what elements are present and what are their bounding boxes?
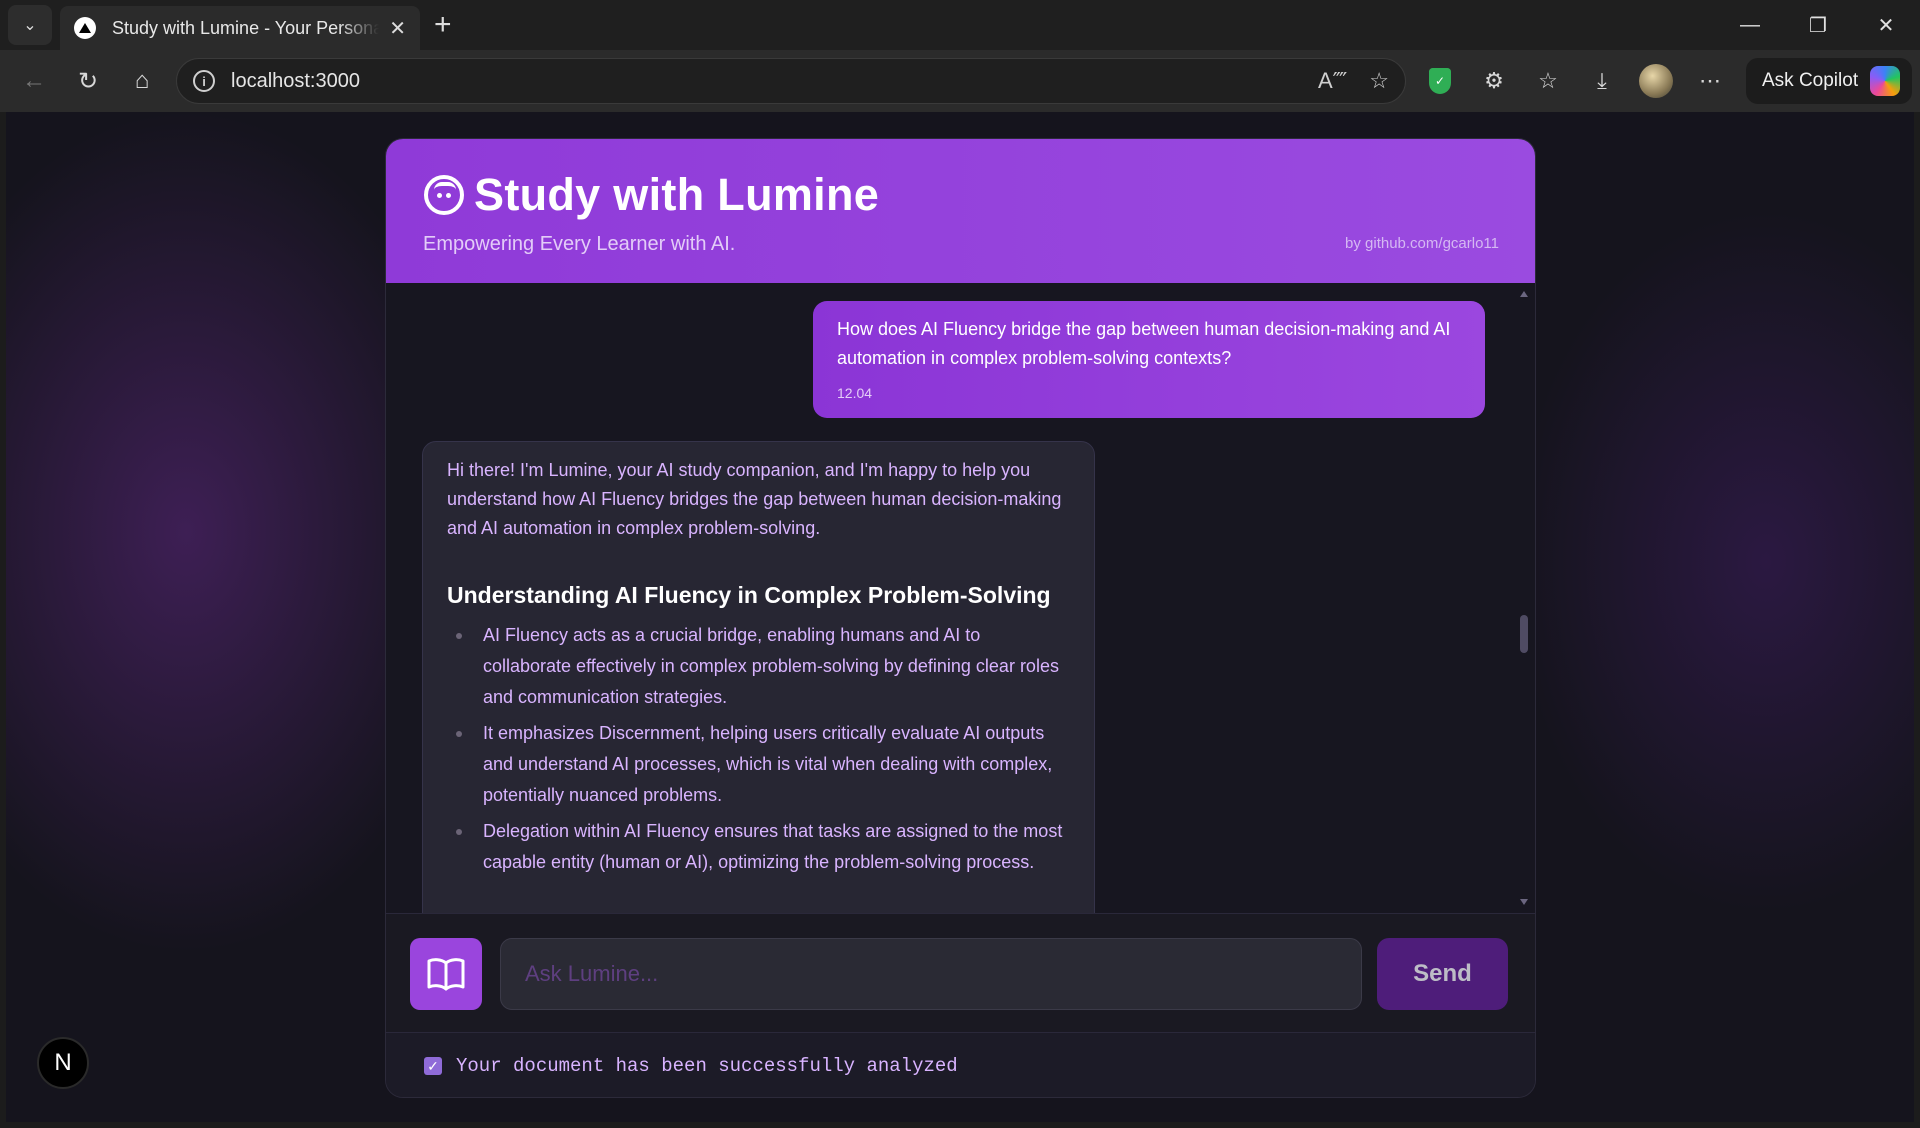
page-viewport: Study with Lumine Empowering Every Learn… <box>6 112 1914 1122</box>
address-bar[interactable]: i localhost:3000 A⁗ ☆ <box>176 58 1406 104</box>
open-book-icon <box>427 958 465 991</box>
browser-tab[interactable]: Study with Lumine - Your Personal AI ✕ <box>60 6 420 50</box>
assistant-bullet-list: AI Fluency acts as a crucial bridge, ena… <box>447 620 1070 878</box>
list-item: AI Fluency acts as a crucial bridge, ena… <box>447 620 1070 713</box>
credit-link[interactable]: by github.com/gcarlo11 <box>1345 235 1499 252</box>
browser-tab-bar: ⌄ Study with Lumine - Your Personal AI ✕… <box>0 0 1920 50</box>
shield-extension-icon[interactable]: ✓ <box>1420 61 1460 101</box>
new-tab-button[interactable]: + <box>434 8 452 42</box>
ask-copilot-label: Ask Copilot <box>1762 70 1859 91</box>
assistant-heading: Understanding AI Fluency in Complex Prob… <box>447 582 1051 608</box>
home-icon[interactable]: ⌂ <box>122 61 162 101</box>
profile-avatar[interactable] <box>1636 61 1676 101</box>
scroll-down-arrow-icon[interactable] <box>1520 899 1528 905</box>
chat-card: Study with Lumine Empowering Every Learn… <box>385 138 1536 1098</box>
app-tagline: Empowering Every Learner with AI. <box>423 233 736 255</box>
close-tab-icon[interactable]: ✕ <box>389 16 406 41</box>
nextjs-dev-badge[interactable]: N <box>37 1037 89 1089</box>
message-composer: Ask Lumine... Send <box>386 913 1535 1033</box>
tab-title: Study with Lumine - Your Personal AI <box>112 17 380 38</box>
favicon-icon <box>74 17 96 39</box>
brand: Study with Lumine <box>424 169 879 221</box>
list-item: It emphasizes Discernment, helping users… <box>447 718 1070 811</box>
back-arrow-icon[interactable]: ← <box>14 61 54 101</box>
message-timestamp: 12.04 <box>837 385 873 401</box>
app-header: Study with Lumine Empowering Every Learn… <box>386 139 1535 283</box>
tab-actions-menu-button[interactable]: ⌄ <box>8 5 52 45</box>
ask-copilot-button[interactable]: Ask Copilot <box>1746 58 1913 104</box>
more-options-icon[interactable]: ⋯ <box>1690 61 1730 101</box>
scroll-up-arrow-icon[interactable] <box>1520 291 1528 297</box>
checkbox-checked-icon[interactable]: ✓ <box>424 1057 442 1075</box>
chat-scrollbar[interactable] <box>1519 289 1529 907</box>
browser-toolbar: ← ↻ ⌂ i localhost:3000 A⁗ ☆ ✓ ⚙ ☆ ⤓ ⋯ As… <box>0 50 1920 112</box>
scrollbar-thumb[interactable] <box>1520 615 1528 653</box>
status-text: Your document has been successfully anal… <box>456 1055 958 1077</box>
url-text[interactable]: localhost:3000 <box>231 70 1318 93</box>
read-aloud-icon[interactable]: A⁗ <box>1318 68 1347 94</box>
assistant-intro: Hi there! I'm Lumine, your AI study comp… <box>447 460 1062 538</box>
extensions-puzzle-icon[interactable]: ⚙ <box>1474 61 1514 101</box>
window-close-icon[interactable]: ✕ <box>1852 0 1920 50</box>
download-icon[interactable]: ⤓ <box>1582 61 1622 101</box>
user-message: How does AI Fluency bridge the gap betwe… <box>813 301 1485 418</box>
document-status: ✓ Your document has been successfully an… <box>386 1033 1535 1097</box>
chevron-down-icon: ⌄ <box>23 17 37 34</box>
upload-document-button[interactable] <box>410 938 482 1010</box>
restore-icon[interactable]: ❐ <box>1784 0 1852 50</box>
window-controls: — ❐ ✕ <box>1716 0 1920 50</box>
user-message-text: How does AI Fluency bridge the gap betwe… <box>837 319 1451 368</box>
smiley-face-icon <box>424 175 464 215</box>
site-info-icon[interactable]: i <box>193 70 215 92</box>
refresh-icon[interactable]: ↻ <box>68 61 108 101</box>
copilot-logo-icon <box>1870 66 1901 96</box>
assistant-message: Hi there! I'm Lumine, your AI study comp… <box>422 441 1095 913</box>
minimize-icon[interactable]: — <box>1716 0 1784 50</box>
send-button[interactable]: Send <box>1377 938 1508 1010</box>
favorite-star-icon[interactable]: ☆ <box>1369 68 1389 94</box>
app-title: Study with Lumine <box>474 169 880 220</box>
chat-messages[interactable]: How does AI Fluency bridge the gap betwe… <box>386 283 1535 913</box>
favorites-list-icon[interactable]: ☆ <box>1528 61 1568 101</box>
chat-input[interactable]: Ask Lumine... <box>500 938 1362 1010</box>
list-item: Delegation within AI Fluency ensures tha… <box>447 816 1070 878</box>
